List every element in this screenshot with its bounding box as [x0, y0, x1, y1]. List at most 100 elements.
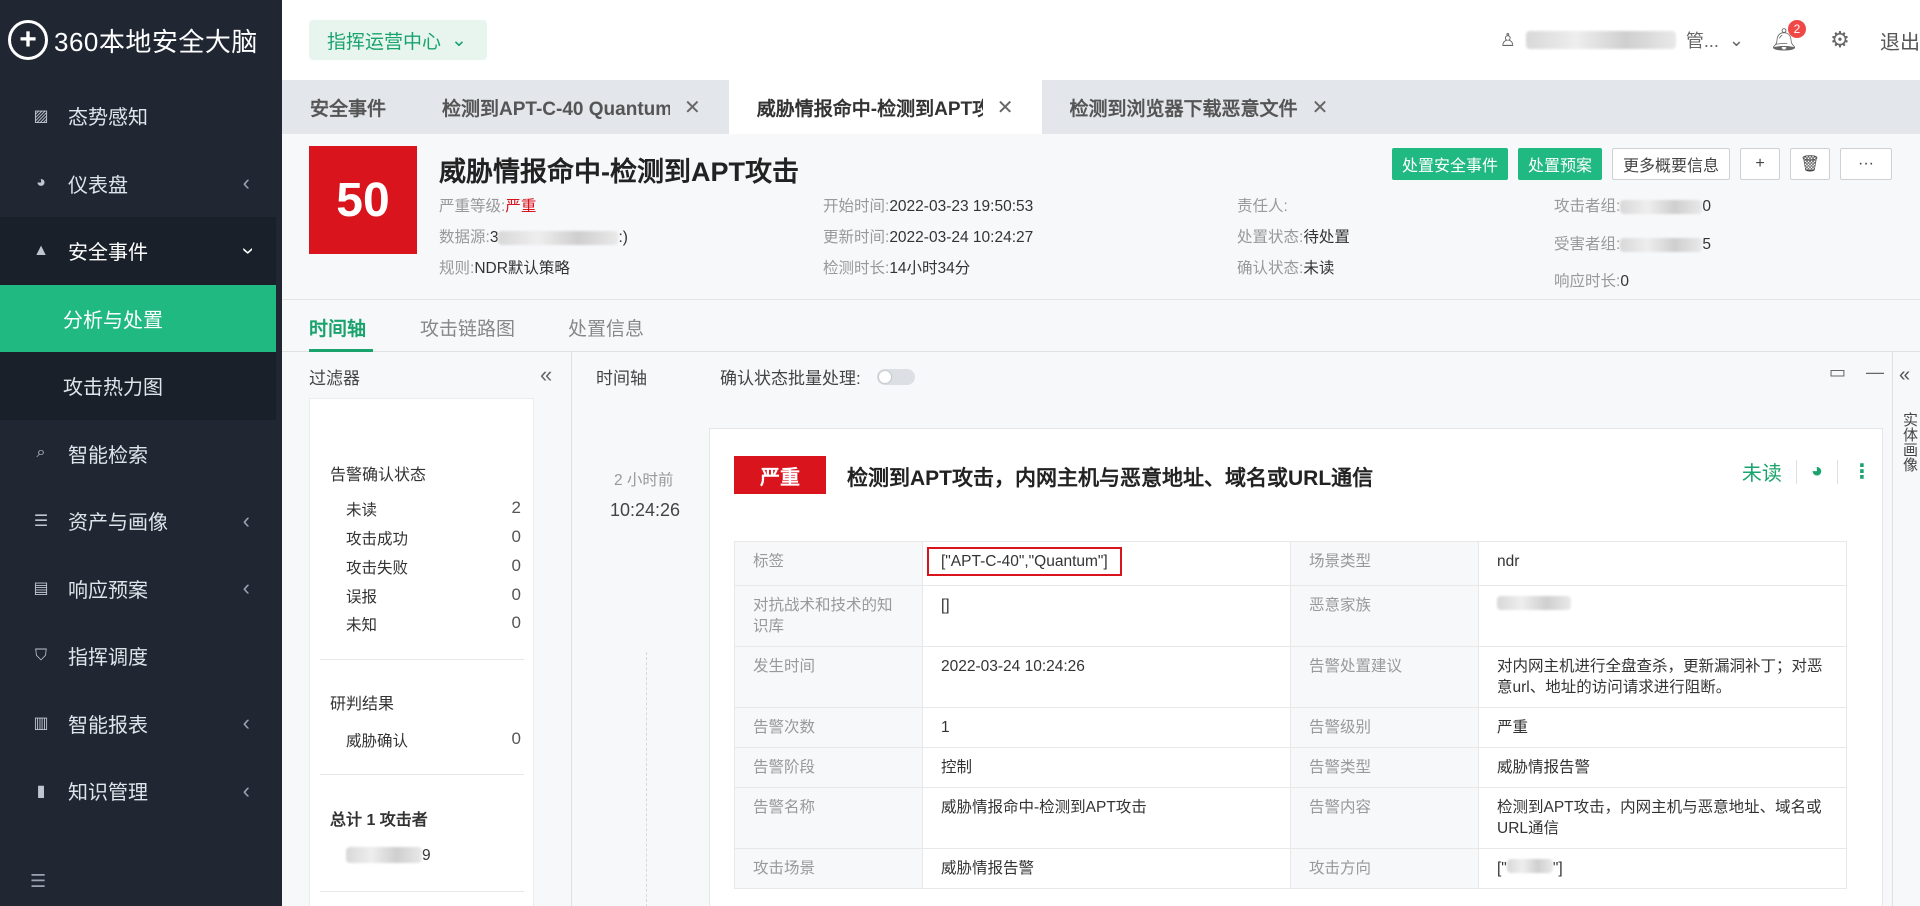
chevron-left-icon: ‹: [242, 710, 250, 736]
chevron-left-icon: ‹: [242, 575, 250, 601]
more-vertical-icon[interactable]: ⋮: [1852, 459, 1872, 484]
chevron-down-icon: ⌄: [451, 29, 467, 51]
redacted-datasource: [498, 230, 619, 245]
tab-handling-info[interactable]: 处置信息: [568, 314, 644, 341]
read-status[interactable]: 未读: [1742, 457, 1782, 486]
sidebar-item-heatmap[interactable]: 攻击热力图: [0, 352, 276, 420]
event-title: 威胁情报命中-检测到APT攻击: [439, 157, 799, 187]
table-row: 告警名称 威胁情报命中-检测到APT攻击 告警内容 检测到APT攻击，内网主机与…: [734, 787, 1847, 849]
maximize-icon[interactable]: ▭: [1829, 362, 1846, 383]
more-icon[interactable]: ···: [1840, 148, 1892, 180]
more-info-button[interactable]: 更多概要信息: [1611, 148, 1730, 180]
chevron-left-icon: ‹: [242, 170, 250, 196]
alert-title: 检测到APT攻击，内网主机与恶意地址、域名或URL通信: [847, 467, 1374, 490]
tab-browser-download[interactable]: 检测到浏览器下载恶意文件 ✕: [1042, 80, 1357, 134]
menu-collapse-icon[interactable]: ☰: [30, 871, 46, 892]
table-row: 攻击场景 威胁情报告警 攻击方向 [" "]: [734, 848, 1847, 889]
meta-owner: 责任人:: [1237, 198, 1288, 215]
sidebar-item-label: 分析与处置: [63, 309, 163, 332]
logo-plus-icon: +: [8, 20, 48, 60]
tab-timeline[interactable]: 时间轴: [309, 314, 366, 341]
entity-profile-strip[interactable]: « 实体画像: [1892, 352, 1920, 906]
tab-label: 检测到APT-C-40 Quantum: [442, 98, 671, 120]
sidebar-item-search[interactable]: ⌕ 智能检索: [0, 420, 276, 488]
sidebar-item-situation[interactable]: ▨ 态势感知: [0, 82, 276, 150]
sidebar-item-label: 知识管理: [68, 782, 148, 805]
shield-icon: ⛉: [34, 646, 47, 664]
dashboard-icon: ◕: [36, 174, 46, 192]
sidebar-item-label: 安全事件: [68, 242, 148, 265]
trash-icon[interactable]: 🗑: [1790, 148, 1830, 180]
book-icon: ▮: [36, 782, 46, 800]
attacker-item[interactable]: 9: [346, 847, 521, 865]
user-menu[interactable]: ♙ 管... ⌄: [1500, 27, 1744, 53]
document-icon: ▤: [33, 580, 49, 598]
sidebar-item-label: 智能报表: [68, 714, 148, 737]
user-icon: ♙: [1499, 29, 1516, 50]
close-icon[interactable]: ✕: [997, 95, 1014, 120]
handle-event-button[interactable]: 处置安全事件: [1391, 148, 1508, 180]
tab-apt-c40[interactable]: 检测到APT-C-40 Quantum ✕: [414, 80, 729, 134]
meta-datasource: 数据源:3:): [439, 229, 628, 246]
chevron-left-icon: ‹: [242, 507, 250, 533]
close-icon[interactable]: ✕: [684, 95, 701, 120]
sidebar-item-assets[interactable]: ☰ 资产与画像 ‹: [0, 487, 276, 555]
sidebar-item-command[interactable]: ⛉ 指挥调度: [0, 622, 276, 690]
table-row: 告警次数 1 告警级别 严重: [734, 707, 1847, 748]
confirm-section-title: 告警确认状态: [330, 467, 427, 484]
sidebar-item-knowledge[interactable]: ▮ 知识管理 ‹: [0, 757, 276, 825]
collapse-left-icon[interactable]: «: [540, 362, 552, 388]
timeline-title: 时间轴: [596, 369, 647, 388]
minimize-icon[interactable]: —: [1866, 362, 1884, 383]
tab-threat-intel[interactable]: 威胁情报命中-检测到APT攻 ✕: [728, 80, 1042, 134]
tab-attack-chain[interactable]: 攻击链路图: [420, 314, 515, 341]
redacted-user-name: [1525, 31, 1676, 49]
add-icon[interactable]: +: [1740, 148, 1780, 180]
logo[interactable]: + 360本地安全大脑: [0, 0, 282, 80]
sidebar-item-reports[interactable]: ▥ 智能报表 ‹: [0, 690, 276, 758]
tab-security-events[interactable]: 安全事件: [282, 80, 414, 134]
sidebar-item-analysis[interactable]: 分析与处置: [0, 284, 276, 352]
close-icon[interactable]: ✕: [1312, 95, 1329, 120]
sidebar-item-response[interactable]: ▤ 响应预案 ‹: [0, 555, 276, 623]
filter-row[interactable]: 攻击成功 0: [346, 527, 521, 549]
redacted-attacker-ip: [346, 847, 422, 863]
nav-menu: ▨ 态势感知 ◕ 仪表盘 ‹ ▲ 安全事件 ‹ 分析与处置 攻击热力图 ⌕ 智能…: [0, 82, 276, 825]
filter-row[interactable]: 攻击失败 0: [346, 556, 521, 578]
sidebar: + 360本地安全大脑 ▨ 态势感知 ◕ 仪表盘 ‹ ▲ 安全事件 ‹ 分析与处…: [0, 0, 282, 906]
sidebar-item-label: 响应预案: [68, 579, 148, 602]
bell-icon[interactable]: 🔔︎ 2: [1768, 20, 1806, 56]
filter-row[interactable]: 误报 0: [346, 585, 521, 607]
sidebar-item-dashboard[interactable]: ◕ 仪表盘 ‹: [0, 150, 276, 218]
center-select[interactable]: 指挥运营中心 ⌄: [309, 20, 487, 60]
notification-badge: 2: [1788, 20, 1806, 38]
tab-label: 检测到浏览器下载恶意文件: [1069, 98, 1298, 120]
window-controls: ▭ —: [1829, 362, 1884, 383]
severity-value: 严重: [505, 198, 537, 215]
tag-value: ["APT-C-40","Quantum"]: [927, 547, 1122, 576]
timeline-line: [646, 652, 647, 906]
meta-response-time: 响应时长:0: [1554, 273, 1629, 290]
handle-plan-button[interactable]: 处置预案: [1517, 148, 1602, 180]
redacted-attacker: [1620, 199, 1703, 214]
gear-icon[interactable]: ⚙︎: [1824, 24, 1856, 56]
user-role: 管...: [1685, 31, 1719, 51]
event-time: 10:24:26: [610, 500, 681, 520]
logout-link[interactable]: 退出: [1880, 26, 1920, 55]
collapse-left-icon[interactable]: «: [1899, 364, 1910, 387]
redacted-family: [1497, 596, 1571, 610]
sidebar-item-security-events[interactable]: ▲ 安全事件 ‹: [0, 217, 276, 285]
batch-toggle[interactable]: [876, 368, 915, 385]
severity-badge: 严重: [734, 456, 826, 494]
filter-row[interactable]: 威胁确认 0: [346, 729, 521, 751]
table-row: 告警阶段 控制 告警类型 威胁情报告警: [734, 747, 1847, 788]
pie-chart-icon[interactable]: ◕: [1811, 460, 1823, 483]
sidebar-item-label: 攻击热力图: [63, 377, 163, 400]
logo-text: 360本地安全大脑: [54, 26, 258, 57]
divider: [320, 774, 524, 775]
filter-row[interactable]: 未知 0: [346, 613, 521, 635]
filter-row[interactable]: 未读 2: [346, 498, 521, 520]
table-row: 对抗战术和技术的知识库 [] 恶意家族: [734, 585, 1847, 647]
event-header: 50 威胁情报命中-检测到APT攻击 严重等级:严重 数据源:3:) 规则:ND…: [282, 134, 1920, 300]
chevron-down-icon: ⌄: [1728, 29, 1744, 50]
